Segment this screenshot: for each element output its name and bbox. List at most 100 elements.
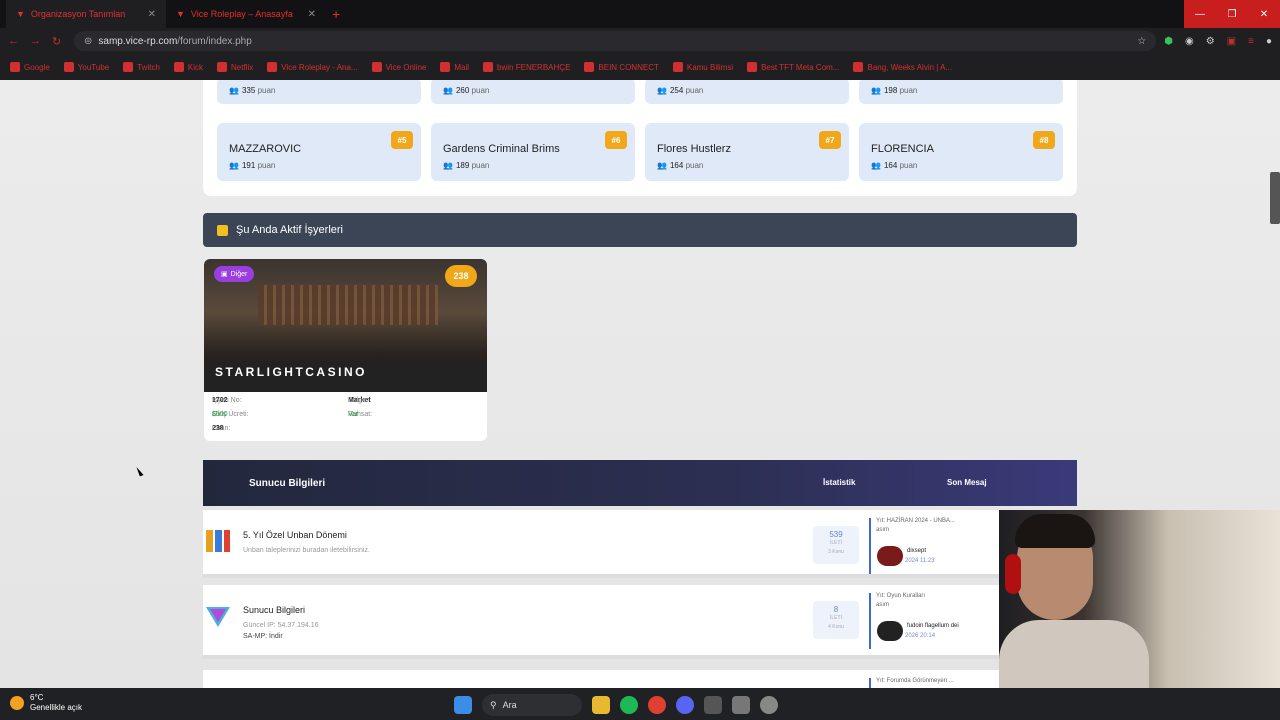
clan-points: 👥 164 puan	[871, 161, 918, 170]
casino-sign	[258, 285, 438, 325]
url-path: /forum/index.php	[177, 35, 252, 47]
samp-link[interactable]: SA-MP: İndir	[243, 633, 283, 640]
game-icon[interactable]	[704, 696, 722, 714]
bookmark-item[interactable]: Best TFT Meta Com...	[747, 62, 839, 72]
bookmark-item[interactable]: Kick	[173, 62, 203, 72]
globe-icon[interactable]: ◉	[1185, 36, 1194, 47]
minimize-icon[interactable]: —	[1184, 0, 1216, 28]
back-icon[interactable]: ←	[8, 35, 22, 47]
close-window-icon[interactable]: ✕	[1248, 0, 1280, 28]
tab-organizasyon[interactable]: ▼ Organizasyon Tanımlan ✕	[6, 0, 166, 28]
avatar[interactable]	[877, 621, 903, 641]
clan-card[interactable]: Flores Hustlerz 👥 164 puan #7	[645, 123, 849, 181]
forum-icon	[206, 530, 230, 552]
bookmark-item[interactable]: bwin FENERBAHÇE	[483, 62, 570, 72]
chrome-icon[interactable]	[648, 696, 666, 714]
avatar[interactable]: ●	[1266, 36, 1272, 47]
last-meta: asım	[876, 602, 890, 608]
users-icon: 👥	[871, 161, 881, 170]
bookmark-favicon-icon	[584, 62, 595, 72]
forum-title[interactable]: Sunucu Bilgileri	[243, 605, 305, 615]
tab-vice-roleplay[interactable]: ▼ Vice Roleplay – Anasayfa ✕	[166, 0, 326, 28]
users-icon: 👥	[229, 86, 239, 95]
close-tab-icon[interactable]: ✕	[148, 9, 156, 20]
bookmark-favicon-icon	[672, 62, 683, 72]
clan-card[interactable]: 👥 260 puan	[431, 80, 635, 104]
folder-icon[interactable]	[592, 696, 610, 714]
bookmark-item[interactable]: Kamu Bilimsi	[672, 62, 733, 72]
clan-name: Gardens Criminal Brims	[443, 143, 560, 155]
windows-start-icon[interactable]	[454, 696, 472, 714]
bookmark-item[interactable]: Bang, Weeks Alvin | A...	[853, 62, 952, 72]
new-tab-button[interactable]: +	[332, 6, 340, 22]
last-user[interactable]: dixsept	[907, 548, 926, 554]
clan-card[interactable]: 👥 335 puan	[217, 80, 421, 104]
forum-title[interactable]: 5. Yıl Özel Unban Dönemi	[243, 530, 347, 540]
tab-title: Organizasyon Tanımlan	[30, 9, 126, 19]
menu-icon[interactable]: ≡	[1248, 36, 1254, 47]
col-last-message: Son Mesaj	[947, 478, 987, 487]
clan-ranking-panel: 👥 335 puan 👥 260 puan 👥 254 puan 👥 198 puan …	[203, 80, 1077, 196]
bookmark-favicon-icon	[63, 62, 74, 72]
gear-icon[interactable]: ⚙	[1206, 36, 1215, 47]
webcam-overlay	[999, 510, 1280, 690]
business-card[interactable]: ▣ Diğer 238 STARLIGHTCASINO İşyeri No: 17…	[204, 259, 487, 441]
bookmark-star-icon[interactable]: ☆	[1137, 36, 1146, 47]
bookmark-item[interactable]: YouTube	[63, 62, 109, 72]
clan-card[interactable]: Gardens Criminal Brims 👥 189 puan #6	[431, 123, 635, 181]
bookmark-item[interactable]: Vice Online	[371, 62, 426, 72]
app-icon[interactable]	[732, 696, 750, 714]
close-tab-icon[interactable]: ✕	[308, 9, 316, 20]
forum-row[interactable]: 5. Yıl Özel Unban Dönemi Unban talepleri…	[203, 510, 999, 578]
avatar[interactable]	[877, 546, 903, 566]
bookmark-favicon-icon	[217, 62, 228, 72]
clan-card[interactable]: 👥 254 puan	[645, 80, 849, 104]
scrollbar[interactable]	[1270, 172, 1280, 224]
taskbar-icons: ⚲ Ara	[454, 694, 778, 716]
clan-card[interactable]: FLORENCIA 👥 164 puan #8	[859, 123, 1063, 181]
window-controls: — ❐ ✕	[1184, 0, 1280, 28]
users-icon: 👥	[443, 161, 453, 170]
active-businesses-header: Şu Anda Aktif İşyerleri	[203, 213, 1077, 247]
forum-row[interactable]: Yıt: Forumda Görünmeyen ...	[203, 670, 999, 688]
users-icon: 👥	[443, 86, 453, 95]
clan-points: 👥 164 puan	[657, 161, 704, 170]
forum-description: Unban taleplerinizi buradan iletebilirsi…	[243, 547, 370, 554]
discord-icon[interactable]	[676, 696, 694, 714]
category-title: Sunucu Bilgileri	[249, 478, 326, 489]
bookmark-item[interactable]: BEIN CONNECT	[584, 62, 659, 72]
users-icon: 👥	[871, 86, 881, 95]
shield-icon[interactable]: ⬢	[1164, 36, 1173, 47]
bookmark-item[interactable]: Vice Roleplay - Ana...	[267, 62, 358, 72]
forum-row[interactable]: Sunucu Bilgileri Güncel IP: 54.37.194.16…	[203, 585, 999, 659]
bookmark-favicon-icon	[747, 62, 758, 72]
last-time: 2024 11:23	[905, 558, 935, 564]
business-name: STARLIGHTCASINO	[215, 365, 367, 379]
bookmark-item[interactable]: Google	[10, 62, 50, 72]
last-user[interactable]: fudoin flagellum dei	[907, 623, 959, 629]
last-title[interactable]: Yıt: HAZİRAN 2024 - UNBA...	[876, 518, 999, 524]
search-box[interactable]: ⚲ Ara	[482, 694, 582, 716]
bookmark-item[interactable]: Twitch	[123, 62, 160, 72]
bookmark-item[interactable]: Mail	[440, 62, 469, 72]
extension-icon[interactable]: ▣	[1227, 36, 1236, 47]
weather-widget[interactable]: 6°C Genellikle açık	[10, 693, 82, 713]
settings-icon[interactable]	[760, 696, 778, 714]
clan-card[interactable]: MAZZAROVIC 👥 191 puan #5	[217, 123, 421, 181]
last-title[interactable]: Yıt: Oyun Kuralları	[876, 593, 999, 599]
business-image: ▣ Diğer 238 STARLIGHTCASINO	[204, 259, 487, 392]
tab-bar: ▼ Organizasyon Tanımlan ✕ ▼ Vice Rolepla…	[0, 0, 1280, 28]
clan-card[interactable]: 👥 198 puan	[859, 80, 1063, 104]
stat-box: 8 İLETİ 4 Konu	[813, 601, 859, 639]
reload-icon[interactable]: ↻	[52, 35, 66, 48]
tab-favicon-icon: ▼	[176, 9, 185, 19]
address-bar[interactable]: ⊜ samp.vice-rp.com/forum/index.php ☆	[74, 31, 1157, 51]
maximize-icon[interactable]: ❐	[1216, 0, 1248, 28]
forward-icon[interactable]: →	[30, 35, 44, 47]
spotify-icon[interactable]	[620, 696, 638, 714]
browser-chrome: ▼ Organizasyon Tanımlan ✕ ▼ Vice Rolepla…	[0, 0, 1280, 80]
bookmark-item[interactable]: Netflix	[217, 62, 253, 72]
site-info-icon[interactable]: ⊜	[84, 36, 92, 47]
store-icon: ▣	[221, 271, 228, 278]
rank-badge: #6	[605, 131, 627, 149]
